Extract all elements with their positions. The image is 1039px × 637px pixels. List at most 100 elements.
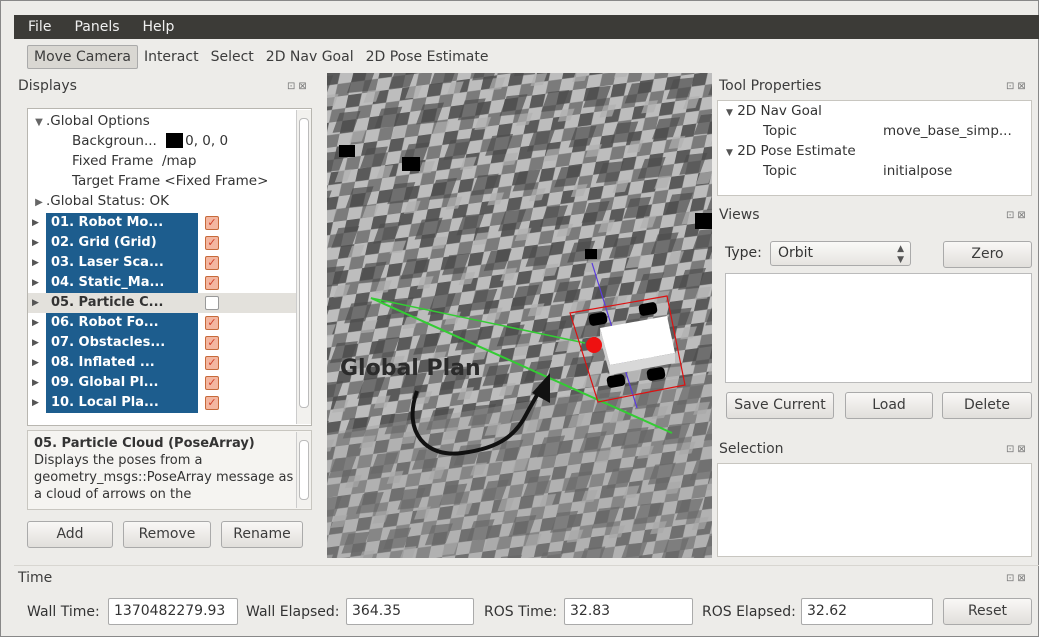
fixed-frame-row[interactable]: Fixed Frame /map	[72, 151, 196, 171]
expand-arrow-icon[interactable]: ▶	[32, 293, 39, 313]
add-button[interactable]: Add	[27, 521, 113, 548]
rename-button[interactable]: Rename	[221, 521, 303, 548]
load-button[interactable]: Load	[845, 392, 933, 419]
expand-arrow-icon[interactable]: ▼	[32, 113, 46, 133]
time-dock-buttons[interactable]: ⊡⊠	[1006, 573, 1029, 584]
nav-topic-label: Topic	[763, 123, 797, 139]
delete-button[interactable]: Delete	[942, 392, 1032, 419]
display-item-label[interactable]: 07. Obstacles...	[46, 333, 198, 353]
display-item-label[interactable]: 02. Grid (Grid)	[46, 233, 198, 253]
target-frame-row[interactable]: Target Frame <Fixed Frame>	[72, 171, 268, 191]
displays-tree: ▼ .Global Options Backgroun... 0, 0, 0 Fi…	[27, 108, 312, 426]
displays-dock-buttons[interactable]: ⊡⊠	[287, 81, 310, 92]
display-item-checkbox[interactable]: ✓	[205, 356, 219, 370]
pose-topic-value[interactable]: initialpose	[883, 163, 952, 179]
display-item-label[interactable]: 06. Robot Fo...	[46, 313, 198, 333]
collapse-arrow-icon[interactable]: ▶	[32, 193, 46, 213]
display-item-checkbox[interactable]: ✓	[205, 276, 219, 290]
selection-dock-buttons[interactable]: ⊡⊠	[1006, 444, 1029, 455]
move-camera-tool[interactable]: Move Camera	[27, 45, 138, 69]
reset-button[interactable]: Reset	[943, 598, 1032, 625]
wall-time-field[interactable]: 1370482279.93	[108, 598, 238, 625]
updown-icon: ▲ ▼	[897, 244, 904, 265]
view-type-select[interactable]: Orbit ▲ ▼	[770, 241, 911, 266]
display-item-label[interactable]: 10. Local Pla...	[46, 393, 198, 413]
wall-elapsed-label: Wall Elapsed:	[246, 604, 340, 620]
description-text: Displays the poses from a geometry_msgs:…	[34, 453, 294, 502]
expand-arrow-icon[interactable]: ▶	[32, 373, 39, 393]
display-item-checkbox[interactable]: ✓	[205, 376, 219, 390]
color-swatch[interactable]	[166, 133, 184, 148]
expand-arrow-icon[interactable]: ▶	[32, 313, 39, 333]
display-item-checkbox[interactable]: ✓	[205, 236, 219, 250]
menu-panels[interactable]: Panels	[60, 19, 128, 35]
expand-arrow-icon[interactable]: ▶	[32, 333, 39, 353]
display-item-label[interactable]: 01. Robot Mo...	[46, 213, 198, 233]
global-options-row[interactable]: ▼ .Global Options	[32, 111, 150, 131]
display-item-label[interactable]: 04. Static_Ma...	[46, 273, 198, 293]
zero-button[interactable]: Zero	[943, 241, 1032, 268]
pose-estimate-tool[interactable]: 2D Pose Estimate	[360, 46, 495, 68]
nav-goal-group[interactable]: ▼ 2D Nav Goal	[726, 103, 822, 119]
toolbar: Move Camera Interact Select 2D Nav Goal …	[27, 44, 494, 70]
display-item-label[interactable]: 08. Inflated ...	[46, 353, 198, 373]
expand-arrow-icon[interactable]: ▶	[32, 213, 39, 233]
description-title: 05. Particle Cloud (PoseArray)	[34, 436, 255, 451]
display-item-checkbox[interactable]: ✓	[205, 216, 219, 230]
selection-panel	[717, 463, 1032, 557]
display-item-checkbox[interactable]	[205, 296, 219, 310]
saved-views-list[interactable]	[725, 273, 1032, 383]
displays-title: Displays	[18, 78, 77, 94]
views-title: Views	[719, 207, 760, 223]
ros-time-label: ROS Time:	[484, 604, 558, 620]
wall-elapsed-field[interactable]: 364.35	[346, 598, 474, 625]
tool-properties-tree: ▼ 2D Nav Goal Topic move_base_simp... ▼ …	[717, 100, 1032, 196]
pose-estimate-group[interactable]: ▼ 2D Pose Estimate	[726, 143, 856, 159]
expand-arrow-icon[interactable]: ▶	[32, 253, 39, 273]
obstacle	[339, 145, 355, 157]
background-row[interactable]: Backgroun... 0, 0, 0	[72, 131, 228, 151]
3d-scene	[327, 73, 712, 558]
ros-elapsed-field[interactable]: 32.62	[801, 598, 933, 625]
nav-topic-value[interactable]: move_base_simp...	[883, 123, 1012, 139]
menu-help[interactable]: Help	[129, 19, 184, 35]
global-plan-label: Global Plan	[340, 356, 481, 381]
global-status-row[interactable]: ▶ .Global Status: OK	[32, 191, 169, 211]
displays-scrollbar[interactable]	[296, 110, 311, 424]
menu-file[interactable]: File	[14, 19, 60, 35]
save-current-button[interactable]: Save Current	[726, 392, 834, 419]
expand-arrow-icon[interactable]: ▶	[32, 393, 39, 413]
3d-view[interactable]	[327, 73, 712, 558]
desc-scroll-thumb[interactable]	[299, 440, 309, 500]
tool-properties-title: Tool Properties	[719, 78, 822, 94]
time-title: Time	[18, 570, 53, 586]
display-item-label[interactable]: 05. Particle C...	[46, 293, 198, 313]
tool-properties-dock-buttons[interactable]: ⊡⊠	[1006, 81, 1029, 92]
description-scrollbar[interactable]	[296, 432, 311, 508]
display-item-checkbox[interactable]: ✓	[205, 316, 219, 330]
selection-title: Selection	[719, 441, 784, 457]
pose-topic-label: Topic	[763, 163, 797, 179]
menubar: File Panels Help	[14, 15, 1039, 39]
display-item-checkbox[interactable]: ✓	[205, 336, 219, 350]
views-dock-buttons[interactable]: ⊡⊠	[1006, 210, 1029, 221]
select-tool[interactable]: Select	[205, 46, 260, 68]
expand-arrow-icon[interactable]: ▶	[32, 353, 39, 373]
display-description: 05. Particle Cloud (PoseArray) Displays …	[27, 430, 312, 510]
view-type-label: Type:	[725, 245, 762, 261]
display-item-label[interactable]: 03. Laser Sca...	[46, 253, 198, 273]
ros-time-field[interactable]: 32.83	[564, 598, 693, 625]
expand-arrow-icon[interactable]: ▶	[32, 273, 39, 293]
display-item-checkbox[interactable]: ✓	[205, 256, 219, 270]
scroll-thumb[interactable]	[299, 118, 309, 408]
remove-button[interactable]: Remove	[123, 521, 211, 548]
ros-elapsed-label: ROS Elapsed:	[702, 604, 796, 620]
robot-front-marker	[586, 337, 602, 353]
wall-time-label: Wall Time:	[27, 604, 100, 620]
display-item-checkbox[interactable]: ✓	[205, 396, 219, 410]
expand-arrow-icon[interactable]: ▶	[32, 233, 39, 253]
nav-goal-tool[interactable]: 2D Nav Goal	[260, 46, 360, 68]
interact-tool[interactable]: Interact	[138, 46, 205, 68]
display-item-label[interactable]: 09. Global Pl...	[46, 373, 198, 393]
divider	[14, 565, 1039, 566]
